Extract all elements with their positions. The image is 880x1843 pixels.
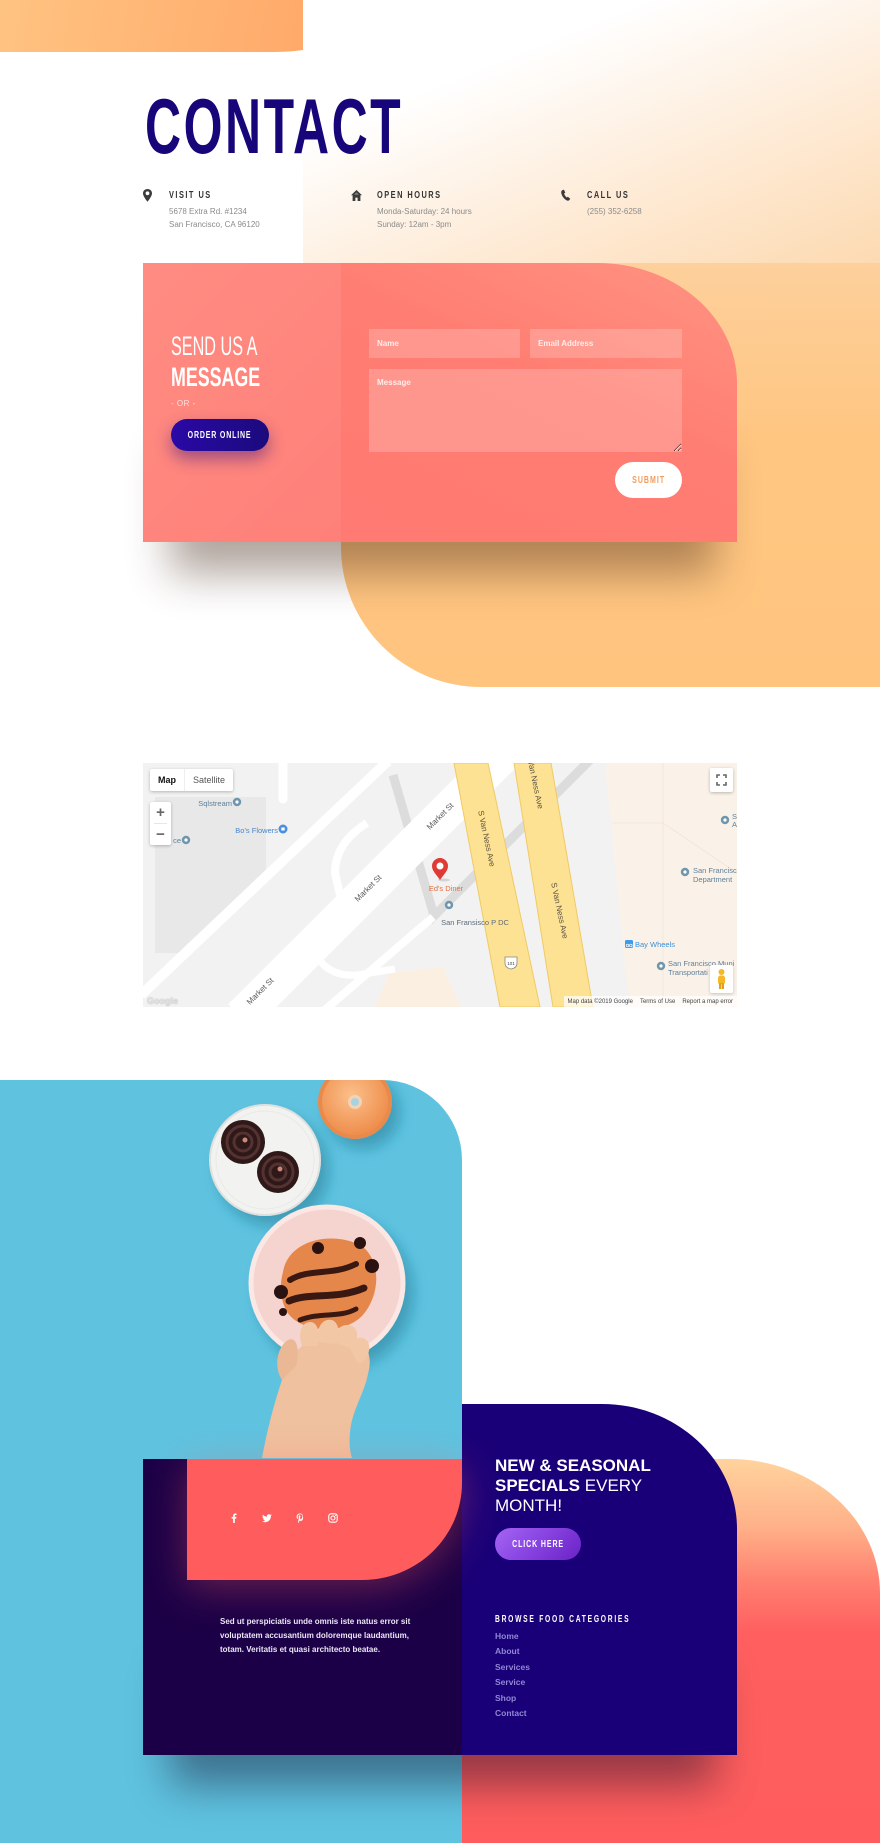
- instagram-icon: [328, 1513, 338, 1523]
- category-link-home[interactable]: Home: [495, 1629, 530, 1644]
- highway-101-shield: 101: [504, 956, 518, 970]
- or-separator: - OR -: [171, 399, 196, 408]
- svg-text:San Francisc: San Francisc: [693, 866, 737, 875]
- svg-text:A: A: [732, 820, 737, 829]
- instagram-link[interactable]: [328, 1513, 338, 1523]
- map-attribution-bar: Map data ©2019 Google Terms of Use Repor…: [563, 996, 737, 1007]
- cupcake: [221, 1120, 265, 1164]
- click-here-button[interactable]: CLICK HERE: [495, 1528, 581, 1560]
- submit-button[interactable]: SUBMIT: [615, 462, 682, 498]
- phone-icon: [560, 189, 571, 202]
- facebook-icon: [231, 1513, 237, 1523]
- call-us-title: CALL US: [587, 190, 630, 201]
- map-data-text: Map data ©2019 Google: [567, 998, 633, 1005]
- category-link-about[interactable]: About: [495, 1644, 530, 1659]
- order-online-button[interactable]: ORDER ONLINE: [171, 419, 269, 451]
- food-photo: [0, 1080, 462, 1458]
- pegman-icon: [718, 969, 725, 989]
- name-input[interactable]: [369, 329, 520, 358]
- categories-title: BROWSE FOOD CATEGORIES: [495, 1614, 631, 1625]
- promo-heading-light-2: MONTH!: [495, 1496, 563, 1515]
- zoom-in-button[interactable]: +: [150, 802, 171, 823]
- call-us-phone: (255) 352-6258: [587, 205, 642, 218]
- hours-line-2: Sunday: 12am - 3pm: [377, 220, 452, 229]
- twitter-link[interactable]: [262, 1513, 272, 1523]
- street-view-pegman[interactable]: [710, 965, 733, 993]
- fullscreen-button[interactable]: [710, 768, 733, 792]
- pinterest-icon: [296, 1513, 304, 1523]
- map-type-satellite-button[interactable]: Satellite: [185, 769, 233, 791]
- open-hours-text: Monda-Saturday: 24 hours Sunday: 12am - …: [377, 205, 472, 231]
- category-link-contact[interactable]: Contact: [495, 1706, 530, 1721]
- pinterest-link[interactable]: [295, 1513, 305, 1523]
- promo-heading: NEW & SEASONAL SPECIALS EVERY MONTH!: [495, 1456, 651, 1516]
- open-hours-title: OPEN HOURS: [377, 190, 442, 201]
- svg-text:Department: Department: [693, 875, 733, 884]
- visit-us-address: 5678 Extra Rd. #1234 San Francisco, CA 9…: [169, 205, 260, 231]
- email-input[interactable]: [530, 329, 682, 358]
- message-textarea[interactable]: [369, 369, 682, 452]
- report-map-error-link[interactable]: Report a map error: [682, 999, 733, 1005]
- facebook-link[interactable]: [229, 1513, 239, 1523]
- fullscreen-icon: [716, 774, 727, 786]
- footer-description: Sed ut perspiciatis unde omnis iste natu…: [220, 1617, 411, 1654]
- category-link-shop[interactable]: Shop: [495, 1691, 530, 1706]
- svg-text:Sqlstream: Sqlstream: [198, 799, 232, 808]
- svg-text:101: 101: [507, 961, 515, 966]
- svg-text:Transportati: Transportati: [668, 968, 708, 977]
- food-categories-list: Home About Services Service Shop Contact: [495, 1629, 530, 1721]
- promo-heading-bold-2: SPECIALS: [495, 1476, 581, 1495]
- map-type-control: Map Satellite: [150, 769, 234, 791]
- svg-text:San Fransisco P DC: San Fransisco P DC: [441, 918, 509, 927]
- address-line-2: San Francisco, CA 96120: [169, 220, 260, 229]
- category-link-service[interactable]: Service: [495, 1675, 530, 1690]
- google-map[interactable]: Market St Market St Market St S Van Ness…: [143, 763, 737, 1007]
- cupcake: [257, 1151, 299, 1193]
- form-heading-light: SEND US A: [171, 331, 258, 361]
- form-heading-bold: MESSAGE: [171, 362, 261, 392]
- hours-line-1: Monda-Saturday: 24 hours: [377, 207, 472, 216]
- svg-text:ce: ce: [173, 836, 181, 845]
- svg-text:Bay Wheels: Bay Wheels: [635, 940, 675, 949]
- home-icon: [351, 189, 362, 202]
- zoom-out-button[interactable]: −: [150, 824, 171, 845]
- promo-heading-light-1: EVERY: [584, 1476, 643, 1495]
- donut: [318, 1080, 392, 1139]
- page-title: CONTACT: [145, 82, 404, 170]
- map-pin-icon: [142, 189, 153, 202]
- address-line-1: 5678 Extra Rd. #1234: [169, 207, 247, 216]
- google-logo[interactable]: Google: [147, 996, 178, 1006]
- zoom-control: + −: [150, 802, 171, 845]
- visit-us-title: VISIT US: [169, 190, 212, 201]
- svg-text:Bo's Flowers: Bo's Flowers: [235, 826, 278, 835]
- food-illustration: [209, 1080, 406, 1458]
- map-type-map-button[interactable]: Map: [150, 769, 185, 791]
- terms-of-use-link[interactable]: Terms of Use: [640, 999, 675, 1005]
- svg-text:Ed's Diner: Ed's Diner: [429, 884, 464, 893]
- promo-heading-bold-1: NEW & SEASONAL: [495, 1456, 651, 1475]
- phone-number[interactable]: (255) 352-6258: [587, 205, 642, 218]
- map-canvas[interactable]: Market St Market St Market St S Van Ness…: [143, 763, 737, 1007]
- category-link-services[interactable]: Services: [495, 1660, 530, 1675]
- twitter-icon: [262, 1514, 272, 1523]
